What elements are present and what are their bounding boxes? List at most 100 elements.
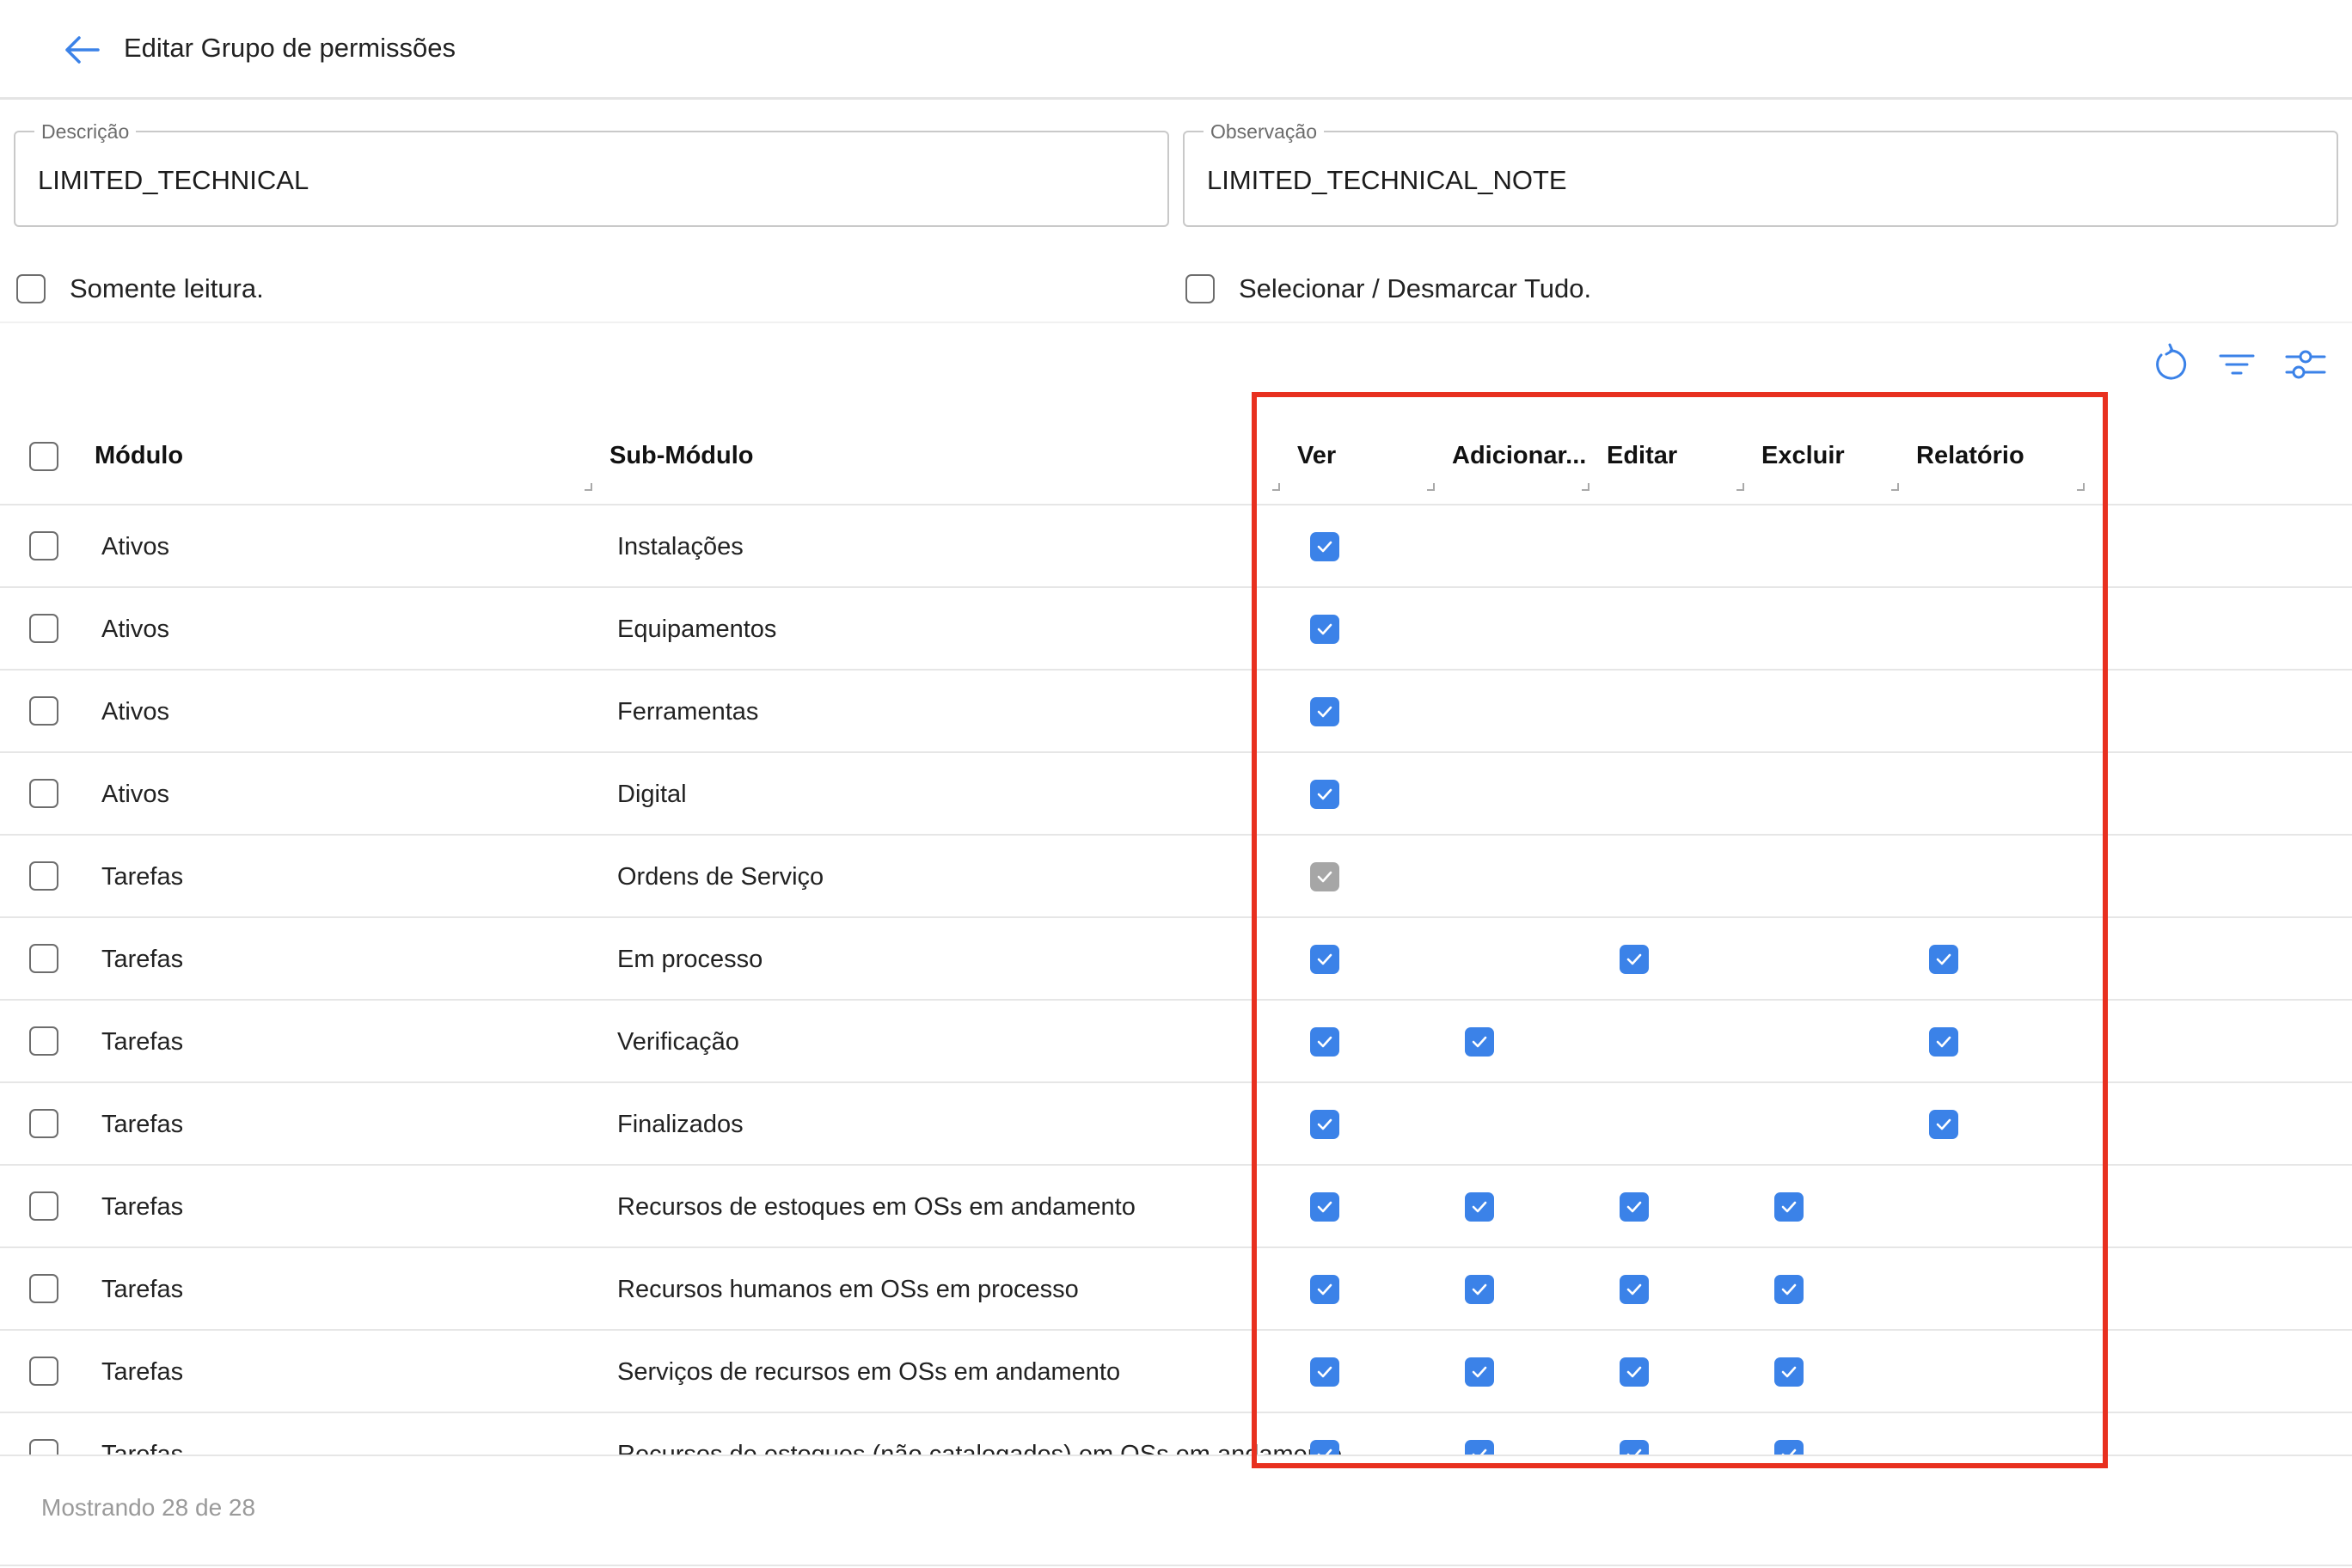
permission-report-checkbox[interactable] xyxy=(1929,1027,1958,1057)
back-arrow-icon[interactable] xyxy=(60,29,105,70)
table-row[interactable]: Ativos Ferramentas xyxy=(0,671,2352,753)
table-row[interactable]: Tarefas Serviços de recursos em OSs em an… xyxy=(0,1331,2352,1413)
table-row[interactable]: Tarefas Finalizados xyxy=(0,1083,2352,1166)
permission-view-checkbox xyxy=(1310,862,1339,891)
column-delete[interactable]: Excluir xyxy=(1761,438,1845,473)
column-resize-handle[interactable] xyxy=(1582,483,1589,491)
column-resize-handle[interactable] xyxy=(1891,483,1899,491)
permission-view-checkbox[interactable] xyxy=(1310,1192,1339,1222)
row-submodule: Instalações xyxy=(617,533,744,560)
table-row[interactable]: Tarefas Recursos de estoques (não catalog… xyxy=(0,1413,2352,1455)
permission-report-checkbox[interactable] xyxy=(1929,945,1958,974)
row-submodule: Finalizados xyxy=(617,1111,744,1138)
permission-add-checkbox[interactable] xyxy=(1465,1275,1494,1304)
row-submodule: Digital xyxy=(617,781,687,808)
permission-add-checkbox[interactable] xyxy=(1465,1027,1494,1057)
observation-value[interactable]: LIMITED_TECHNICAL_NOTE xyxy=(1207,163,1567,198)
select-all-label: Selecionar / Desmarcar Tudo. xyxy=(1239,273,1592,303)
permission-edit-checkbox[interactable] xyxy=(1620,945,1649,974)
permission-view-checkbox[interactable] xyxy=(1310,532,1339,561)
permission-view-checkbox[interactable] xyxy=(1310,1110,1339,1139)
permission-edit-checkbox[interactable] xyxy=(1620,1275,1649,1304)
row-module: Ativos xyxy=(101,533,169,560)
observation-field[interactable]: Observação LIMITED_TECHNICAL_NOTE xyxy=(1183,119,2338,227)
table-row[interactable]: Ativos Instalações xyxy=(0,505,2352,588)
row-select-checkbox[interactable] xyxy=(29,1274,58,1303)
row-count-status: Mostrando 28 de 28 xyxy=(41,1494,256,1521)
permission-view-checkbox[interactable] xyxy=(1310,1275,1339,1304)
permissions-table: Ativos Instalações Ativos Equipamentos Ativo… xyxy=(0,505,2352,1455)
description-value[interactable]: LIMITED_TECHNICAL xyxy=(38,163,309,198)
permission-delete-checkbox[interactable] xyxy=(1774,1357,1804,1387)
column-resize-handle[interactable] xyxy=(585,483,592,491)
table-row[interactable]: Tarefas Ordens de Serviço xyxy=(0,836,2352,918)
permission-delete-checkbox[interactable] xyxy=(1774,1192,1804,1222)
row-select-checkbox[interactable] xyxy=(29,696,58,726)
row-submodule: Ferramentas xyxy=(617,698,759,726)
row-module: Tarefas xyxy=(101,1276,184,1303)
column-report[interactable]: Relatório xyxy=(1916,438,2024,473)
row-select-checkbox[interactable] xyxy=(29,944,58,973)
permission-view-checkbox[interactable] xyxy=(1310,697,1339,726)
column-resize-handle[interactable] xyxy=(1427,483,1435,491)
column-view[interactable]: Ver xyxy=(1297,438,1336,473)
permission-edit-checkbox[interactable] xyxy=(1620,1440,1649,1455)
row-submodule: Ordens de Serviço xyxy=(617,863,824,891)
row-module: Ativos xyxy=(101,781,169,808)
column-submodule[interactable]: Sub-Módulo xyxy=(609,438,754,473)
row-select-checkbox[interactable] xyxy=(29,614,58,643)
table-row[interactable]: Tarefas Em processo xyxy=(0,918,2352,1001)
select-all-checkbox[interactable] xyxy=(1185,274,1215,303)
permission-add-checkbox[interactable] xyxy=(1465,1357,1494,1387)
filter-icon[interactable] xyxy=(2214,342,2259,387)
permission-edit-checkbox[interactable] xyxy=(1620,1357,1649,1387)
select-all-rows-checkbox[interactable] xyxy=(29,442,58,471)
row-select-checkbox[interactable] xyxy=(29,779,58,808)
table-row[interactable]: Ativos Digital xyxy=(0,753,2352,836)
column-resize-handle[interactable] xyxy=(1736,483,1744,491)
readonly-option[interactable]: Somente leitura. xyxy=(16,270,264,308)
row-module: Ativos xyxy=(101,616,169,643)
row-select-checkbox[interactable] xyxy=(29,531,58,560)
table-header: Módulo Sub-Módulo Ver Adicionar... Edita… xyxy=(0,404,2352,505)
row-select-checkbox[interactable] xyxy=(29,1357,58,1386)
row-submodule: Em processo xyxy=(617,946,763,973)
column-resize-handle[interactable] xyxy=(2077,483,2085,491)
page-title: Editar Grupo de permissões xyxy=(124,33,456,63)
permission-view-checkbox[interactable] xyxy=(1310,1027,1339,1057)
table-row[interactable]: Tarefas Verificação xyxy=(0,1001,2352,1083)
readonly-checkbox[interactable] xyxy=(16,274,46,303)
select-all-option[interactable]: Selecionar / Desmarcar Tudo. xyxy=(1185,270,1591,308)
row-select-checkbox[interactable] xyxy=(29,1191,58,1221)
row-select-checkbox[interactable] xyxy=(29,1026,58,1056)
permission-add-checkbox[interactable] xyxy=(1465,1440,1494,1455)
row-select-checkbox[interactable] xyxy=(29,1109,58,1138)
row-module: Tarefas xyxy=(101,1111,184,1138)
permission-view-checkbox[interactable] xyxy=(1310,615,1339,644)
refresh-icon[interactable] xyxy=(2147,342,2192,387)
permission-view-checkbox[interactable] xyxy=(1310,945,1339,974)
column-add[interactable]: Adicionar... xyxy=(1452,438,1586,473)
column-resize-handle[interactable] xyxy=(1272,483,1280,491)
permission-add-checkbox[interactable] xyxy=(1465,1192,1494,1222)
row-module: Ativos xyxy=(101,698,169,726)
divider xyxy=(0,322,2352,323)
row-submodule: Verificação xyxy=(617,1028,739,1056)
permission-report-checkbox[interactable] xyxy=(1929,1110,1958,1139)
permission-edit-checkbox[interactable] xyxy=(1620,1192,1649,1222)
row-select-checkbox[interactable] xyxy=(29,1439,58,1455)
column-edit[interactable]: Editar xyxy=(1607,438,1677,473)
description-field[interactable]: Descrição LIMITED_TECHNICAL xyxy=(14,119,1169,227)
permission-delete-checkbox[interactable] xyxy=(1774,1440,1804,1455)
row-select-checkbox[interactable] xyxy=(29,861,58,891)
table-row[interactable]: Tarefas Recursos de estoques em OSs em an… xyxy=(0,1166,2352,1248)
permission-view-checkbox[interactable] xyxy=(1310,1440,1339,1455)
divider xyxy=(0,1455,2352,1456)
column-settings-icon[interactable] xyxy=(2283,342,2328,387)
table-row[interactable]: Tarefas Recursos humanos em OSs em proces… xyxy=(0,1248,2352,1331)
permission-view-checkbox[interactable] xyxy=(1310,780,1339,809)
table-row[interactable]: Ativos Equipamentos xyxy=(0,588,2352,671)
permission-view-checkbox[interactable] xyxy=(1310,1357,1339,1387)
permission-delete-checkbox[interactable] xyxy=(1774,1275,1804,1304)
column-module[interactable]: Módulo xyxy=(95,438,183,473)
